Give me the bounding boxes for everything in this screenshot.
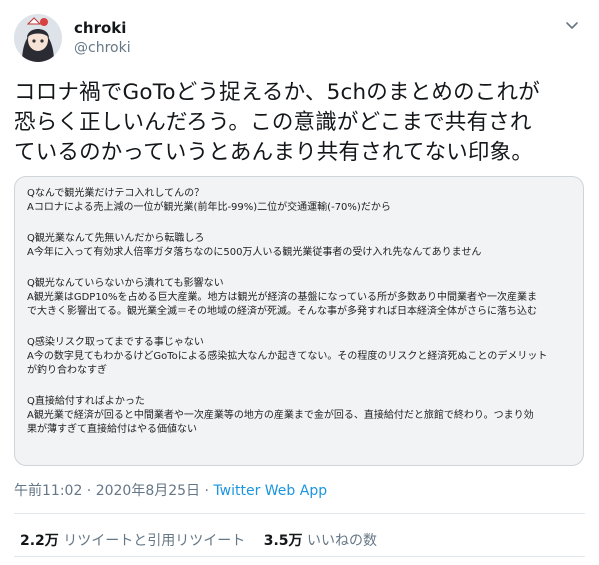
tweet-stats: 2.2万 リツイートと引用リツイート 3.5万 いいねの数 (20, 530, 391, 550)
avatar[interactable] (14, 14, 62, 62)
display-name[interactable]: chroki (74, 18, 131, 38)
answer-line: A今の数字見てもわかるけどGoToによる感染拡大なんか起きてない。その程度のリス… (27, 351, 548, 362)
qa-item: Q観光なんていらないから潰れても影響ない A観光業はGDP10%を占める巨大産業… (27, 277, 571, 319)
qa-item: Q直接給付すればよかった A観光業で経済が回ると中間業者や一次産業等の地方の産業… (27, 395, 571, 437)
retweets-stat[interactable]: 2.2万 リツイートと引用リツイート (20, 530, 245, 550)
tweet-text-line: ているのかっていうとあんまり共有されてない印象。 (14, 140, 534, 165)
answer-line: A観光業はGDP10%を占める巨大産業。地方は観光が経済の基盤になっている所が多… (27, 292, 538, 303)
timestamp[interactable]: 午前11:02 · 2020年8月25日 (14, 483, 200, 499)
question-line: Qなんで観光業だけテコ入れしてんの？ (27, 188, 205, 199)
user-name-block[interactable]: chroki @chroki (74, 18, 131, 58)
likes-label: いいねの数 (306, 533, 377, 549)
tweet-text-line: コロナ禍でGoToどう捉えるか、5chのまとめのこれが (14, 80, 540, 105)
more-options-button[interactable] (563, 16, 581, 34)
answer-line: A今年に入って有効求人倍率ガタ落ちなのに500万人いる観光業従事者の受け入れ先な… (27, 247, 482, 258)
question-line: Q観光なんていらないから潰れても影響ない (27, 278, 224, 289)
divider (14, 513, 585, 514)
qa-item: Qなんで観光業だけテコ入れしてんの？ Aコロナによる売上減の一位が観光業(前年比… (27, 187, 571, 215)
answer-line: が釣り合わなすぎ (27, 365, 107, 376)
likes-stat[interactable]: 3.5万 いいねの数 (264, 530, 377, 550)
tweet-text: コロナ禍でGoToどう捉えるか、5chのまとめのこれが 恐らく正しいんだろう。こ… (14, 78, 589, 168)
answer-line: 果が薄すぎて直接給付はやる価値ない (27, 424, 197, 435)
answer-line: A観光業で経済が回ると中間業者や一次産業等の地方の産業まで金が回る、直接給付だと… (27, 410, 534, 421)
retweets-label: リツイートと引用リツイート (63, 533, 246, 549)
likes-count: 3.5万 (263, 533, 303, 549)
chevron-down-icon (566, 22, 578, 29)
qa-item: Q観光業なんて先無いんだから転職しろ A今年に入って有効求人倍率ガタ落ちなのに5… (27, 232, 571, 260)
tweet-text-line: 恐らく正しいんだろう。この意識がどこまで共有され (14, 110, 532, 135)
question-line: Q観光業なんて先無いんだから転職しろ (27, 233, 205, 244)
tweet-header: chroki @chroki (14, 14, 585, 62)
retweets-count: 2.2万 (20, 533, 59, 549)
question-line: Q直接給付すればよかった (27, 396, 145, 407)
answer-line: Aコロナによる売上減の一位が観光業(前年比-99%)二位が交通運輸(-70%)だ… (27, 202, 391, 213)
qa-item: Q感染リスク取ってまでする事じゃない A今の数字見てもわかるけどGoToによる感… (27, 336, 571, 378)
meta-separator: · (200, 483, 214, 499)
tweet-meta: 午前11:02 · 2020年8月25日 · Twitter Web App (14, 480, 327, 500)
question-line: Q感染リスク取ってまでする事じゃない (27, 337, 204, 348)
divider (14, 556, 585, 557)
source-link[interactable]: Twitter Web App (213, 483, 327, 499)
user-handle[interactable]: @chroki (74, 38, 131, 58)
attached-image-card[interactable]: Qなんで観光業だけテコ入れしてんの？ Aコロナによる売上減の一位が観光業(前年比… (14, 176, 584, 466)
anime-character-avatar-icon (14, 14, 62, 62)
answer-line: で大きく影響出てる。観光業全滅＝その地域の経済が死滅。そんな事が多発すれば日本経… (27, 306, 537, 317)
